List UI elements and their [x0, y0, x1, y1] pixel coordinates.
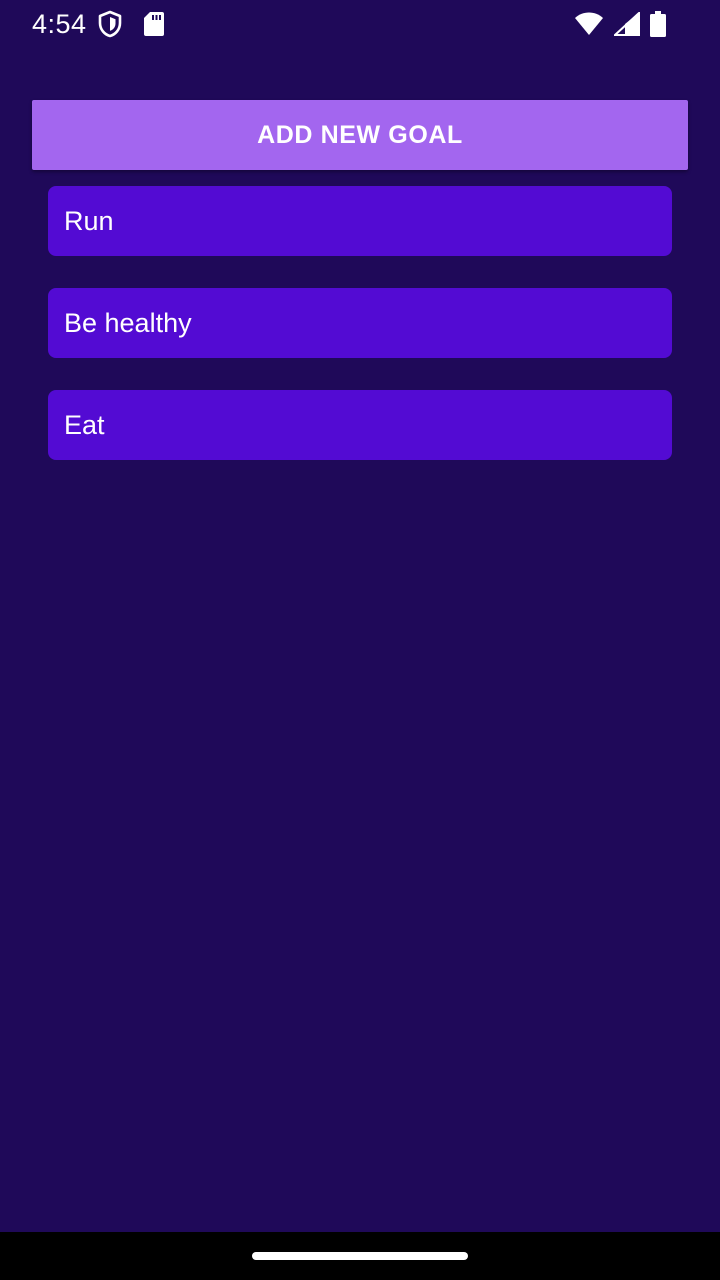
goal-item-label: Run: [64, 205, 114, 236]
status-left: 4:54: [32, 9, 165, 40]
signal-icon: [614, 12, 640, 36]
goal-list: Run Be healthy Eat: [48, 186, 672, 492]
navigation-bar: [0, 1232, 720, 1280]
status-bar: 4:54: [0, 0, 720, 48]
app-screen: 4:54 ADD NEW GOAL Run Be healthy Eat: [0, 0, 720, 1280]
sd-card-icon: [143, 11, 165, 37]
goal-item-label: Eat: [64, 409, 105, 440]
status-right: [574, 11, 688, 37]
goal-item-label: Be healthy: [64, 307, 192, 338]
home-gesture-handle[interactable]: [252, 1252, 468, 1260]
battery-icon: [650, 11, 666, 37]
shield-icon: [97, 10, 123, 38]
status-time: 4:54: [32, 8, 87, 39]
goal-item[interactable]: Run: [48, 186, 672, 256]
add-new-goal-button[interactable]: ADD NEW GOAL: [32, 100, 688, 170]
wifi-icon: [574, 12, 604, 36]
goal-item[interactable]: Be healthy: [48, 288, 672, 358]
goal-item[interactable]: Eat: [48, 390, 672, 460]
